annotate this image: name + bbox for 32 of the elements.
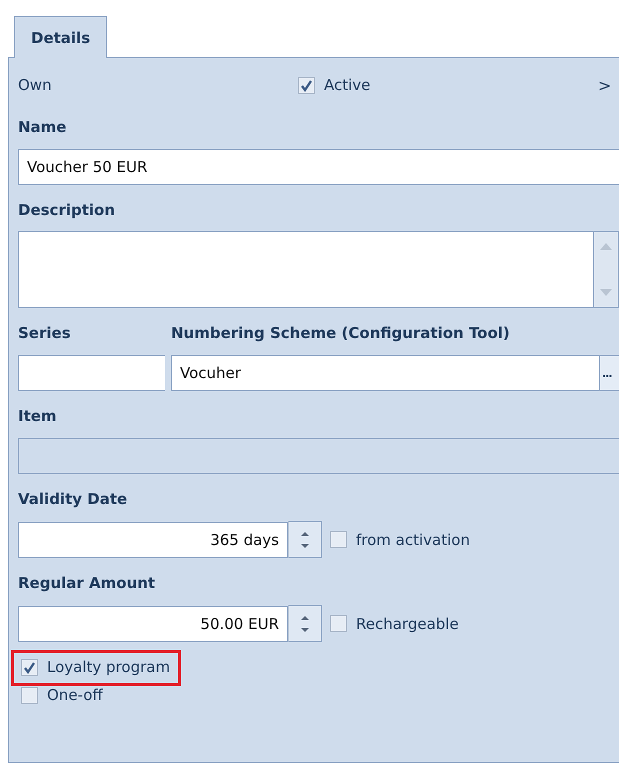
browse-button[interactable]: ... <box>600 355 619 391</box>
checkbox[interactable] <box>21 658 38 676</box>
checkbox-label: Active <box>324 76 370 94</box>
tab[interactable]: Details <box>14 16 108 58</box>
checkbox-label: One-off <box>47 686 103 704</box>
checkbox[interactable] <box>298 76 315 94</box>
field-label: Validity Date <box>18 489 128 510</box>
spin-control[interactable] <box>288 521 322 558</box>
field-label: Series <box>18 323 72 344</box>
spin-control[interactable] <box>288 605 322 642</box>
owner-label: Own <box>18 76 53 94</box>
field-label: Name <box>18 117 68 138</box>
spin-field[interactable]: 365 days <box>18 522 288 558</box>
checkbox-label: Loyalty program <box>47 658 170 676</box>
scroll-down-icon <box>600 289 612 297</box>
field-label: Item <box>18 406 58 427</box>
scroll-up-icon <box>600 242 612 250</box>
input-field[interactable]: Voucher 50 EUR <box>18 149 619 185</box>
input-field[interactable] <box>18 355 165 391</box>
field-label: Numbering Scheme (Configuration Tool) <box>171 323 510 344</box>
checkbox[interactable] <box>21 686 38 704</box>
checkbox[interactable] <box>330 615 347 632</box>
field-label: Regular Amount <box>18 573 156 594</box>
text-area[interactable] <box>18 231 594 308</box>
field-label: Description <box>18 200 116 221</box>
checkbox[interactable] <box>330 531 347 548</box>
input-field[interactable]: Vocuher <box>171 355 600 391</box>
checkbox-label: from activation <box>356 530 470 548</box>
spin-field[interactable]: 50.00 EUR <box>18 606 288 642</box>
checkbox-label: Rechargeable <box>356 614 459 632</box>
more-button[interactable]: > <box>598 76 612 94</box>
scrollbar[interactable] <box>594 231 619 308</box>
